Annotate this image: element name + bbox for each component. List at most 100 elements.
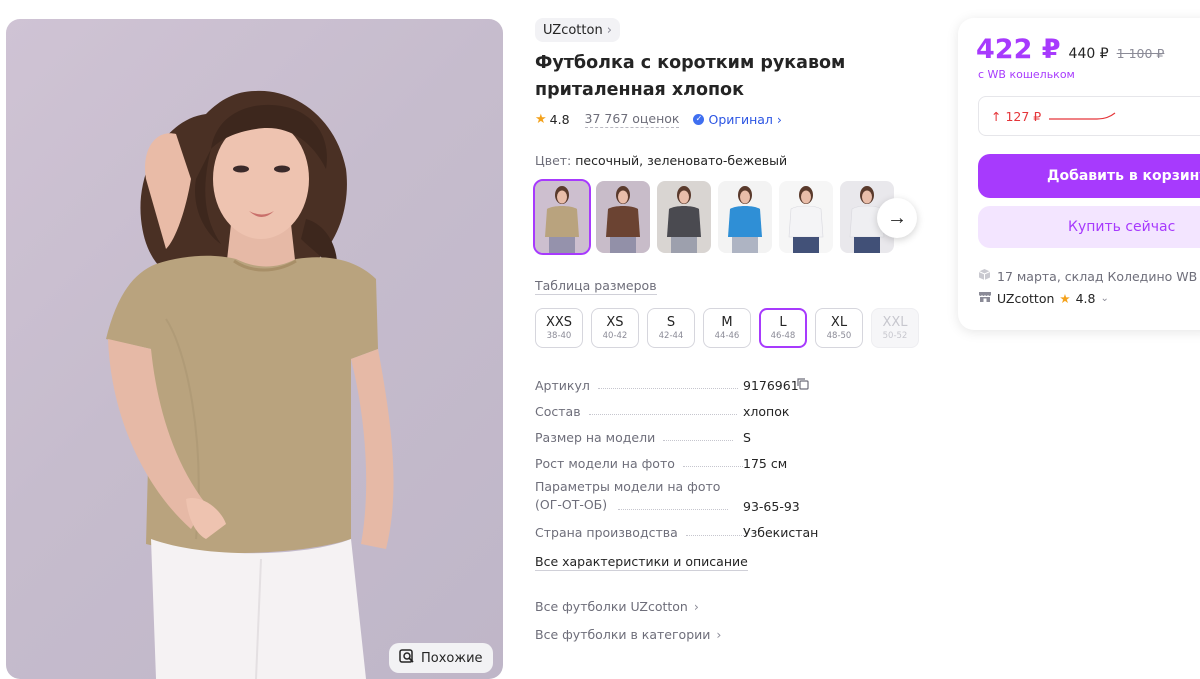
size-label: XL [830, 314, 848, 330]
color-thumbnail-sand[interactable] [533, 179, 591, 255]
buy-now-button[interactable]: Купить сейчас [978, 206, 1200, 248]
star-icon: ★ [1059, 291, 1071, 306]
brand-tshirts-link[interactable]: Все футболки UZcotton › [535, 599, 699, 614]
spec-value: 175 см [743, 456, 788, 471]
thumbnail-image [779, 181, 833, 253]
star-icon: ★ [535, 111, 547, 127]
delivery-text: 17 марта, склад Коледино WB [997, 268, 1198, 284]
size-range: 44-46 [714, 330, 740, 341]
color-value: песочный, зеленовато-бежевый [575, 153, 788, 168]
price-card: 422 ₽ 440 ₽ 1 100 ₽ с WB кошельком ↑ 127… [958, 18, 1200, 330]
size-label: XXS [545, 314, 573, 330]
reviews-link[interactable]: 37 767 оценок [584, 111, 680, 128]
seller-rating: 4.8 [1075, 291, 1096, 306]
size-option-xxl: XXL 50-52 [871, 308, 919, 348]
price-history[interactable]: ↑ 127 ₽ [978, 96, 1200, 136]
copy-icon[interactable] [797, 378, 809, 393]
thumbnail-image [657, 181, 711, 253]
model-illustration [106, 90, 394, 679]
brand-chip[interactable]: UZcotton › [535, 18, 620, 42]
brand-name: UZcotton [543, 22, 603, 38]
spec-value: хлопок [743, 404, 790, 419]
shop-icon [978, 291, 992, 306]
size-label: XXL [882, 314, 908, 330]
size-label: XS [606, 314, 624, 330]
thumbnail-image [596, 181, 650, 253]
size-option-xl[interactable]: XL 48-50 [815, 308, 863, 348]
color-thumbnail-graphite[interactable] [657, 181, 711, 253]
size-label: M [721, 314, 733, 330]
spec-row: Страна производства Узбекистан [535, 523, 835, 540]
size-option-s[interactable]: S 42-44 [647, 308, 695, 348]
chevron-right-icon: › [606, 22, 612, 38]
chevron-right-icon: › [716, 627, 722, 642]
size-range: 40-42 [602, 330, 628, 341]
size-range: 50-52 [882, 330, 908, 341]
category-tshirts-link[interactable]: Все футболки в категории › [535, 627, 721, 642]
specs-list: Артикул 9176961 Состав хлопок Размер на моде… [535, 376, 835, 549]
size-table-link[interactable]: Таблица размеров [535, 278, 657, 295]
size-option-m[interactable]: M 44-46 [703, 308, 751, 348]
wallet-label: с WB кошельком [978, 68, 1075, 81]
spec-value: Узбекистан [743, 525, 819, 540]
all-specs-link[interactable]: Все характеристики и описание [535, 554, 748, 571]
seller-info[interactable]: UZcotton ★ 4.8 ⌄ [978, 291, 1109, 306]
chevron-right-icon: › [693, 599, 699, 614]
spec-leader-dots [618, 509, 728, 510]
spec-row: Размер на модели S [535, 428, 835, 445]
spec-leader-dots [588, 414, 737, 415]
chevron-right-icon: › [776, 111, 782, 127]
size-selector: XXS 38-40 XS 40-42 S 42-44 M 44-46 L 46-48 XL 48-50… [535, 308, 919, 348]
price-row: 422 ₽ 440 ₽ 1 100 ₽ [976, 34, 1164, 65]
main-product-photo[interactable]: Похожие [6, 19, 503, 679]
size-range: 38-40 [546, 330, 572, 341]
check-badge-icon: ✓ [693, 113, 705, 125]
size-range: 42-44 [658, 330, 684, 341]
size-option-xxs[interactable]: XXS 38-40 [535, 308, 583, 348]
similar-icon [399, 648, 415, 668]
category-tshirts-label: Все футболки в категории [535, 627, 711, 642]
product-title: Футболка с коротким рукавом приталенная … [535, 53, 846, 100]
spec-row: Рост модели на фото 175 см [535, 454, 835, 471]
price-original: 1 100 ₽ [1116, 46, 1165, 61]
similar-button[interactable]: Похожие [389, 643, 493, 673]
color-label: Цвет: песочный, зеленовато-бежевый [535, 153, 787, 168]
thumbnails-next-button[interactable]: → [877, 198, 917, 238]
spec-row: Артикул 9176961 [535, 376, 835, 393]
spec-value: 93-65-93 [743, 499, 800, 514]
size-label: S [666, 314, 676, 330]
spec-row: Параметры модели на фото (ОГ-ОТ-ОБ) 93-65… [535, 479, 835, 514]
original-badge[interactable]: ✓ Оригинал › [693, 111, 782, 127]
seller-name: UZcotton [997, 291, 1055, 306]
brand-tshirts-label: Все футболки UZcotton [535, 599, 688, 614]
size-option-l[interactable]: L 46-48 [759, 308, 807, 348]
spec-key: Страна производства [535, 525, 678, 540]
thumbnail-image [535, 181, 589, 253]
color-key: Цвет: [535, 153, 572, 168]
color-thumbnail-white[interactable] [779, 181, 833, 253]
spec-key: Размер на модели [535, 430, 656, 445]
spec-leader-dots [597, 388, 738, 389]
price-trend-value: ↑ 127 ₽ [991, 108, 1042, 124]
size-label: L [779, 314, 787, 330]
box-icon [978, 268, 991, 284]
add-to-cart-button[interactable]: Добавить в корзину [978, 154, 1200, 198]
price-old: 440 ₽ [1068, 46, 1109, 62]
rating-value: 4.8 [549, 111, 570, 127]
delivery-info: 17 марта, склад Коледино WB [978, 268, 1197, 284]
spec-key: Артикул [535, 378, 590, 393]
size-range: 46-48 [770, 330, 796, 341]
similar-label: Похожие [421, 650, 483, 666]
rating-row: ★ 4.8 37 767 оценок ✓ Оригинал › [535, 110, 782, 128]
spec-leader-dots [685, 535, 746, 536]
price-current: 422 ₽ [976, 34, 1061, 65]
chevron-down-icon: ⌄ [1100, 293, 1109, 304]
price-trend-sparkline [1049, 112, 1116, 120]
color-thumbnail-brown[interactable] [596, 181, 650, 253]
color-thumbnail-blue[interactable] [718, 181, 772, 253]
spec-value: 9176961 [743, 378, 799, 393]
spec-leader-dots [663, 440, 734, 441]
size-option-xs[interactable]: XS 40-42 [591, 308, 639, 348]
color-thumbnails [533, 179, 894, 255]
spec-row: Состав хлопок [535, 402, 835, 419]
